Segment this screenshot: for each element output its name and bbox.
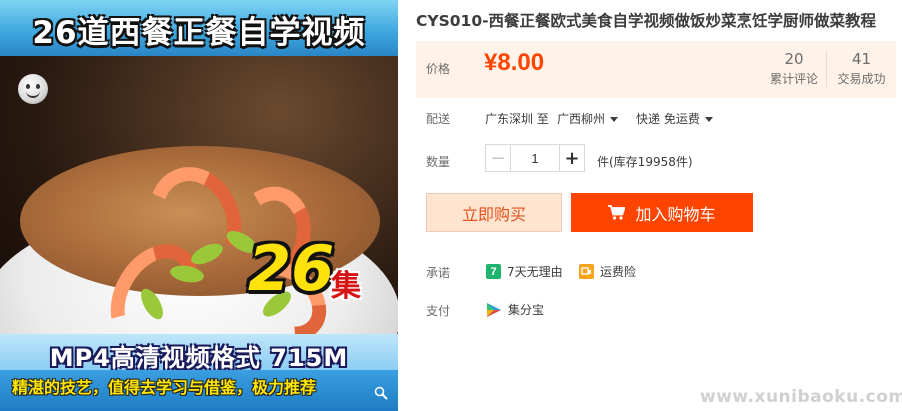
delivery-origin: 广东深圳 至 [485, 112, 549, 126]
return-policy-badge[interactable]: 7 7天无理由 [486, 263, 563, 280]
sales-label: 交易成功 [837, 72, 886, 86]
sales-stat: 41 交易成功 [826, 50, 896, 87]
payment-label: 支付 [426, 304, 451, 318]
delivery-destination-dropdown[interactable]: 广西柳州 [557, 110, 619, 127]
add-to-cart-label: 加入购物车 [635, 204, 716, 224]
seven-day-return-icon: 7 [486, 264, 501, 279]
episode-unit: 集 [331, 269, 361, 304]
return-policy-text: 7天无理由 [507, 265, 563, 279]
price-panel: 价格 ¥8.00 20 累计评论 41 交易成功 [416, 41, 896, 98]
price-value: ¥8.00 [484, 49, 545, 76]
freight-insurance-text: 运费险 [600, 265, 637, 279]
format-band: MP4高清视频格式 715M [0, 334, 398, 372]
reviews-stat[interactable]: 20 累计评论 [759, 50, 829, 87]
increase-quantity-button[interactable]: + [559, 144, 585, 172]
reviews-label: 累计评论 [769, 72, 818, 86]
shipping-method-text: 快递 免运费 [636, 112, 700, 126]
smiley-icon [18, 74, 48, 104]
zoom-icon[interactable] [374, 386, 388, 400]
delivery-label: 配送 [426, 112, 451, 126]
chevron-down-icon [610, 117, 619, 122]
watermark: www.xunibaoku.com [700, 387, 902, 407]
image-top-banner-text: 26道西餐正餐自学视频 [32, 15, 366, 51]
sales-count: 41 [851, 50, 872, 68]
quantity-stepper: − + [485, 144, 585, 172]
stock-info: 件(库存19958件) [597, 155, 693, 169]
reviews-count: 20 [784, 50, 804, 68]
freight-insurance-icon [579, 264, 594, 279]
price-label: 价格 [426, 62, 451, 76]
shipping-method-dropdown[interactable]: 快递 免运费 [636, 110, 713, 127]
product-image[interactable]: 26道西餐正餐自学视频 26 集 MP4高清视频格式 715M 精湛的技艺，值得… [0, 0, 398, 411]
payment-method-badge[interactable]: 集分宝 [486, 301, 544, 318]
payment-method-text: 集分宝 [508, 303, 545, 317]
add-to-cart-button[interactable]: 加入购物车 [571, 193, 753, 232]
product-title: CYS010-西餐正餐欧式美食自学视频做饭炒菜烹饪学厨师做菜教程 [416, 12, 877, 30]
decrease-quantity-button[interactable]: − [485, 144, 511, 172]
promise-label: 承诺 [426, 266, 451, 280]
delivery-destination-text: 广西柳州 [557, 112, 606, 126]
quantity-input[interactable] [511, 144, 559, 172]
format-text: MP4高清视频格式 715M [49, 344, 349, 372]
quantity-label: 数量 [426, 155, 451, 169]
jifenbao-icon [487, 302, 501, 317]
slogan-text: 精湛的技艺，值得去学习与借鉴，极力推荐 [12, 378, 317, 397]
cart-icon [608, 205, 626, 220]
chevron-down-icon [704, 117, 713, 122]
freight-insurance-badge[interactable]: 运费险 [579, 263, 636, 280]
slogan-band: 精湛的技艺，值得去学习与借鉴，极力推荐 [0, 370, 398, 411]
buy-now-button[interactable]: 立即购买 [426, 193, 562, 232]
image-top-banner: 26道西餐正餐自学视频 [0, 0, 398, 56]
episode-count: 26 [248, 232, 335, 305]
